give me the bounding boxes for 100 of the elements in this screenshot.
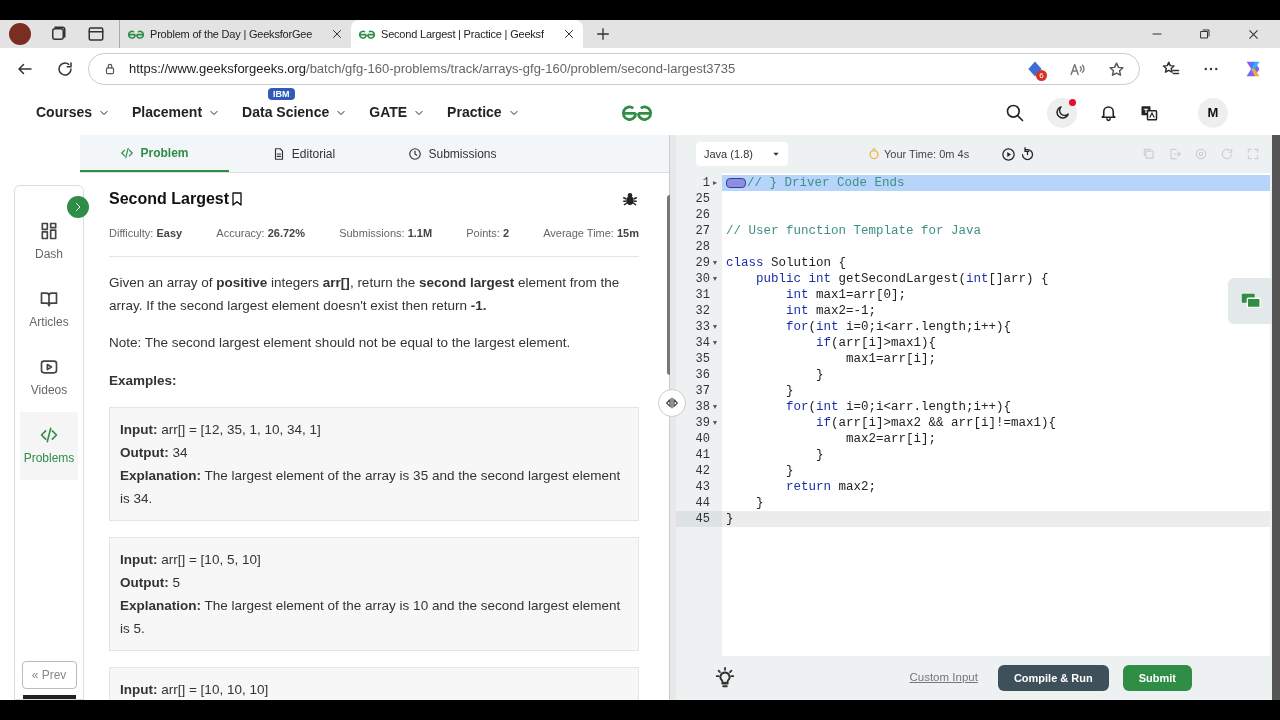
sidebar-item[interactable]: Videos — [20, 344, 78, 412]
vertical-tabs-icon[interactable] — [87, 25, 105, 43]
bug-icon[interactable] — [621, 190, 639, 208]
tab-actions-icon[interactable] — [49, 25, 67, 43]
example-input-text: Input: arr[] = [12, 35, 1, 10, 34, 1] — [120, 421, 322, 439]
close-icon[interactable] — [1247, 27, 1260, 41]
code-line: public int getSecondLargest(int[]arr) { — [755, 271, 1049, 287]
profile-avatar[interactable] — [9, 23, 31, 45]
nav-menu-item[interactable]: Data Science — [242, 102, 348, 123]
code-line: // User function Template for Java — [725, 223, 982, 239]
nav-menu-item[interactable]: GATE — [369, 102, 426, 123]
panel-tab[interactable]: Problem — [80, 135, 229, 172]
line-number: 31 — [695, 287, 710, 304]
line-number: 44 — [695, 495, 710, 512]
favorite-star-icon[interactable] — [1108, 60, 1125, 78]
resize-arrows-icon — [664, 395, 680, 411]
chat-button[interactable] — [1228, 278, 1274, 324]
code-line: if(arr[i]>max2 && arr[i]!=max1){ — [815, 415, 1057, 431]
bell-icon[interactable] — [1099, 103, 1118, 122]
example-explanation-text: Explanation: The largest element of the array is 35 and the second largest element is 34. — [120, 467, 622, 508]
example-input-text: Input: arr[] = [10, 10, 10] — [120, 681, 270, 699]
sidebar-item[interactable]: Articles — [20, 276, 78, 344]
caret-icon — [772, 150, 780, 158]
lightbulb-icon[interactable] — [714, 667, 736, 689]
problem-description: Given an array of positive integers arr[], return the second largest element from the array. If the second largest element doesn't exist then return -1. — [109, 273, 621, 315]
custom-input-link[interactable]: Custom Input — [909, 669, 978, 687]
line-number: 32 — [695, 303, 710, 320]
example-explanation-text: Explanation: The largest element of the array is 10 and the second largest element is 5. — [120, 597, 622, 638]
stopwatch-icon — [868, 148, 880, 160]
stat-text: Points: 2 — [466, 226, 510, 241]
code-line: if(arr[i]>max1){ — [815, 335, 937, 351]
url-text: https://www.geeksforgeeks.org/batch/gfg-160-problems/track/arrays-gfg-160/problem/second-largest3735 — [129, 60, 737, 79]
code-line: } — [785, 463, 794, 479]
examples-heading: Examples: — [109, 371, 178, 390]
resize-handle[interactable] — [658, 389, 686, 417]
code-line: } — [755, 495, 764, 511]
new-tab-icon[interactable] — [595, 26, 611, 42]
scrollbar[interactable] — [1272, 135, 1280, 700]
code-text: // } Driver Code Ends — [747, 174, 905, 192]
language-dropdown[interactable]: Java (1.8) — [696, 142, 788, 166]
close-icon[interactable] — [563, 28, 575, 40]
sidebar-item[interactable]: Problems — [20, 412, 78, 480]
reset-timer-icon[interactable] — [1020, 146, 1036, 162]
code-line: int max1=arr[0]; — [785, 287, 907, 303]
address-bar[interactable]: https://www.geeksforgeeks.org/batch/gfg-160-problems/track/arrays-gfg-160/problem/second-largest3735 6 — [88, 53, 1140, 85]
theme-toggle[interactable] — [1047, 97, 1077, 128]
code-line: } — [815, 447, 824, 463]
code-line: } — [785, 383, 794, 399]
fold-arrow[interactable]: ▾ — [713, 337, 717, 349]
fold-arrow[interactable]: ▾ — [713, 321, 717, 333]
code-icon — [39, 425, 59, 445]
line-number: 34 — [695, 335, 710, 352]
line-number: 41 — [695, 447, 710, 464]
tab-title: Second Largest | Practice | Geeksf — [381, 26, 545, 42]
line-number: 30 — [695, 271, 710, 288]
stat-text: Submissions: 1.1M — [339, 226, 433, 241]
sidebar-item[interactable]: Dash — [20, 208, 78, 276]
refresh-icon[interactable] — [56, 60, 74, 78]
nav-badge: IBM — [268, 88, 295, 100]
folded-code-marker[interactable] — [726, 178, 746, 188]
fold-arrow[interactable]: ▸ — [713, 177, 717, 189]
line-number: 42 — [695, 463, 710, 480]
code-line: for(int i=0;i<arr.length;i++){ — [785, 399, 1012, 415]
line-number: 26 — [695, 207, 710, 224]
line-number: 35 — [695, 351, 710, 368]
line-number: 45 — [695, 511, 710, 528]
video-icon — [39, 357, 59, 377]
code-line: } — [815, 367, 824, 383]
fold-arrow[interactable]: ▾ — [713, 257, 717, 269]
code-line: max2=arr[i]; — [845, 431, 937, 447]
expand-button[interactable] — [67, 196, 89, 218]
browser-tab[interactable]: Second Largest | Practice | Geeksf — [351, 20, 583, 48]
panel-tab[interactable]: Editorial — [229, 135, 378, 172]
search-icon[interactable] — [1005, 102, 1025, 123]
lock-icon — [103, 62, 117, 76]
user-avatar[interactable]: M — [1198, 97, 1228, 128]
prev-button[interactable]: « Prev — [21, 661, 77, 689]
translate-icon[interactable] — [1140, 103, 1158, 122]
line-number: 43 — [695, 479, 710, 496]
line-number: 33 — [695, 319, 710, 336]
restore-icon[interactable] — [1199, 28, 1211, 40]
panel-tab[interactable]: Submissions — [378, 135, 527, 172]
example-output-text: Output: 34 — [120, 444, 189, 462]
nav-menu-item[interactable]: Placement — [132, 102, 221, 123]
fold-arrow[interactable]: ▾ — [713, 273, 717, 285]
code-line: int max2=-1; — [785, 303, 877, 319]
submit-button[interactable]: Submit — [1122, 665, 1192, 691]
line-number: 27 — [695, 223, 710, 240]
problem-title: Second Largest — [109, 189, 230, 209]
compile-run-button[interactable]: Compile & Run — [997, 665, 1109, 691]
tab-title: Problem of the Day | GeeksforGee — [150, 26, 314, 42]
nav-menu-item[interactable]: Practice — [447, 102, 520, 123]
code-line: return max2; — [785, 479, 877, 495]
clock-icon — [408, 146, 423, 161]
fold-arrow[interactable]: ▾ — [713, 417, 717, 429]
code-line: for(int i=0;i<arr.length;i++){ — [785, 319, 1012, 335]
fold-arrow[interactable]: ▾ — [713, 401, 717, 413]
play-icon[interactable] — [1001, 146, 1017, 162]
close-icon[interactable] — [331, 28, 343, 40]
nav-menu-item[interactable]: Courses — [36, 102, 111, 123]
